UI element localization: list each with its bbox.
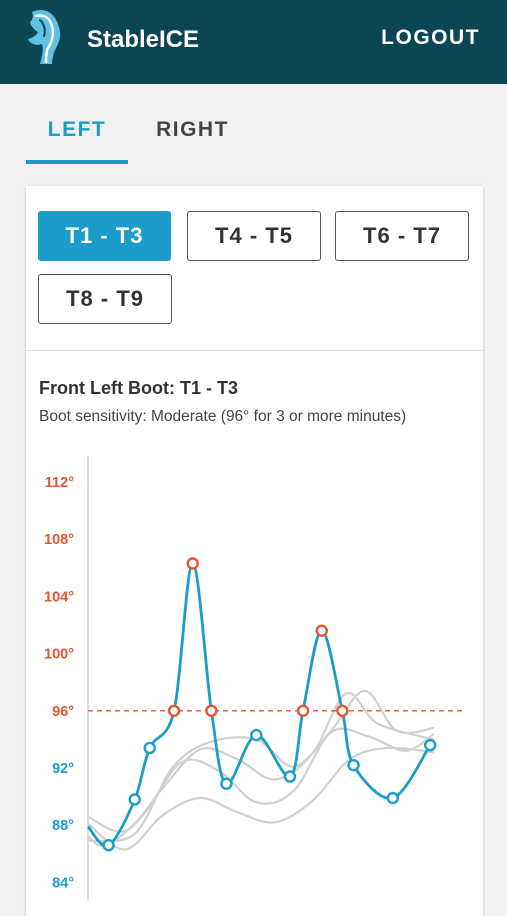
data-point bbox=[347, 758, 360, 772]
alert-point bbox=[186, 557, 199, 570]
data-point bbox=[283, 770, 297, 783]
temperature-chart: 112° 108° 104° 100° 96° 92° 88° 84° bbox=[44, 456, 462, 900]
y-tick-label: 88° bbox=[52, 818, 74, 834]
sensor-card: T1 - T3 T4 - T5 T6 - T7 T8 - T9 Front Le… bbox=[26, 186, 483, 916]
alert-point bbox=[315, 624, 328, 637]
y-tick-label: 108° bbox=[44, 532, 74, 548]
logout-button[interactable]: LOGOUT bbox=[381, 26, 480, 50]
data-point bbox=[386, 791, 400, 805]
tab-left[interactable]: LEFT bbox=[26, 118, 128, 164]
data-point bbox=[220, 777, 233, 790]
app-name: StableICE bbox=[87, 26, 200, 53]
alert-point bbox=[336, 704, 349, 717]
tab-right[interactable]: RIGHT bbox=[150, 118, 235, 160]
y-tick-label: 96° bbox=[52, 704, 74, 720]
ghost-series-line bbox=[87, 692, 435, 833]
alert-point bbox=[296, 704, 310, 717]
data-point bbox=[250, 728, 263, 742]
horse-head-icon bbox=[28, 10, 61, 64]
y-tick-label: 104° bbox=[44, 589, 74, 605]
alert-point bbox=[167, 704, 181, 717]
alert-point bbox=[205, 704, 218, 717]
data-point bbox=[102, 839, 115, 852]
y-tick-label: 112° bbox=[45, 475, 74, 491]
y-tick-label: 100° bbox=[44, 647, 74, 663]
data-point bbox=[424, 738, 437, 752]
data-point bbox=[128, 793, 141, 806]
data-point bbox=[143, 741, 156, 755]
y-tick-label: 92° bbox=[52, 761, 74, 777]
app-header: StableICE LOGOUT bbox=[0, 0, 507, 84]
y-tick-label: 84° bbox=[52, 875, 74, 891]
